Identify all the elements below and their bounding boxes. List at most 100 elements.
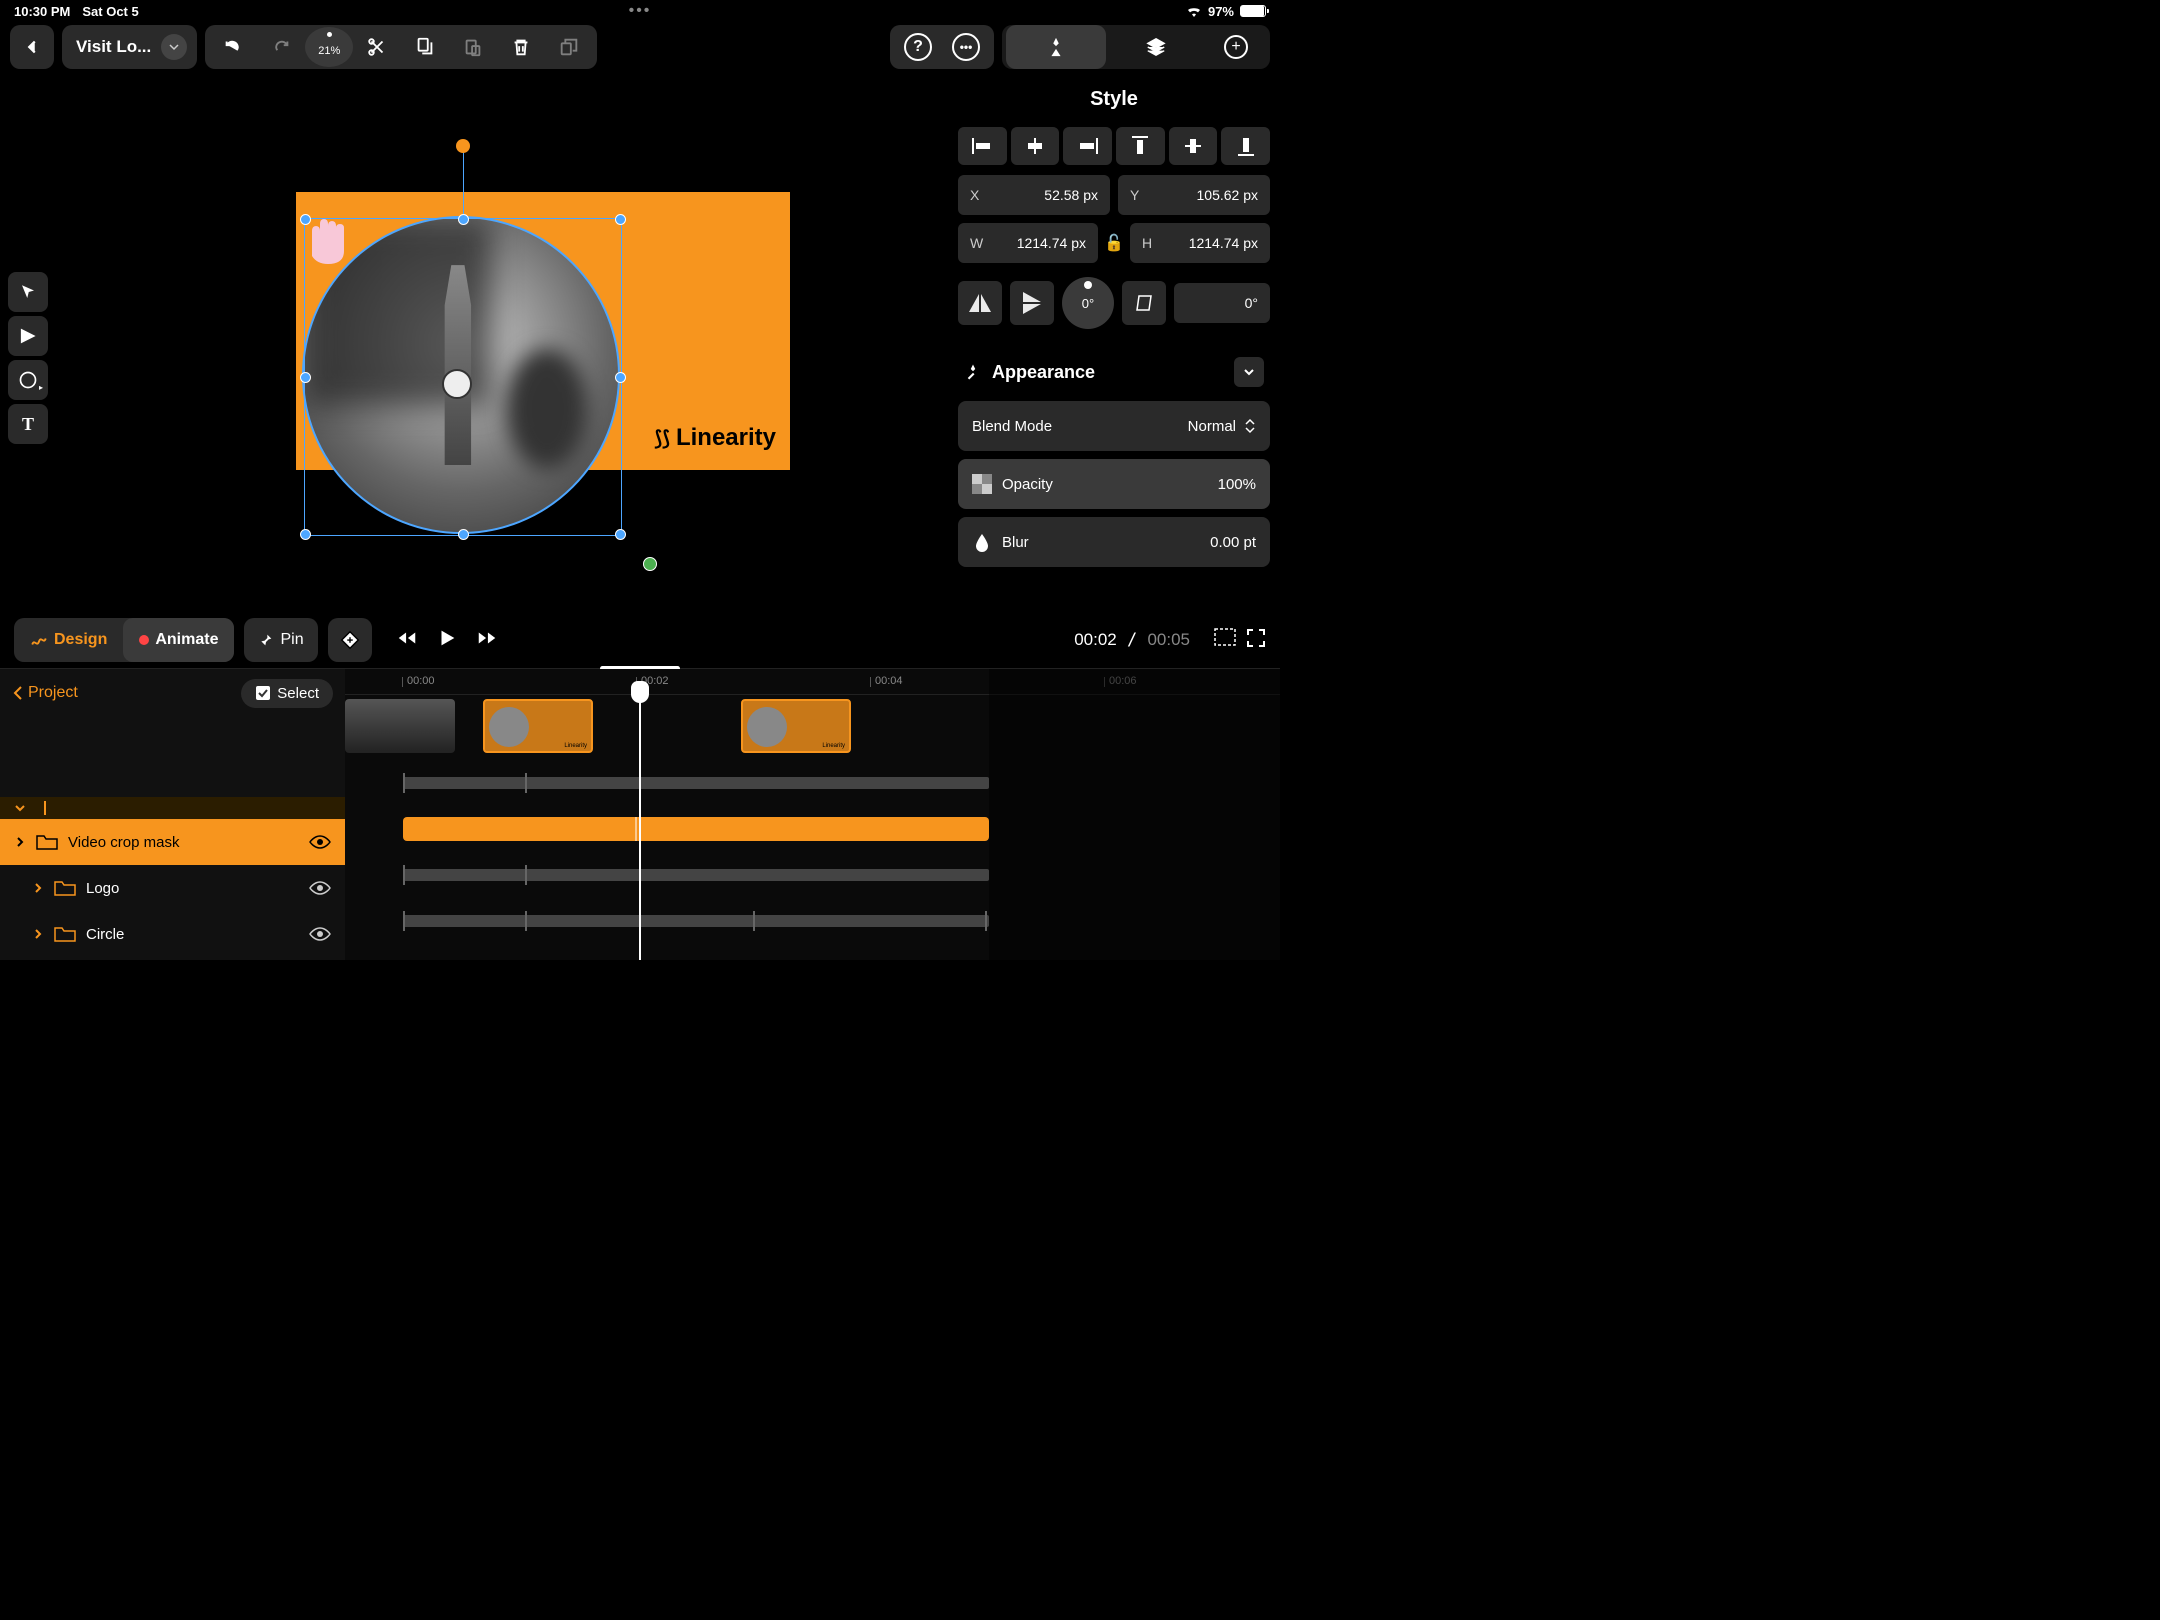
align-right-button[interactable] xyxy=(1063,127,1112,165)
rotation-control[interactable]: 0° xyxy=(1062,277,1114,329)
resize-handle-sw[interactable] xyxy=(300,529,311,540)
visibility-icon[interactable] xyxy=(309,834,331,850)
checkbox-icon xyxy=(255,685,271,701)
redo-button[interactable] xyxy=(257,25,305,69)
add-tab[interactable]: + xyxy=(1206,25,1266,69)
timeline-back-button[interactable]: Project xyxy=(12,684,78,702)
folder-icon xyxy=(36,833,58,851)
zoom-button[interactable]: 21% xyxy=(305,27,353,67)
layer-row-video-crop-mask[interactable]: Video crop mask xyxy=(0,819,345,865)
visibility-icon[interactable] xyxy=(309,926,331,942)
project-title-button[interactable]: Visit Lo... xyxy=(62,25,197,69)
layer-label: Video crop mask xyxy=(68,834,179,851)
artboard-thumb[interactable] xyxy=(345,699,455,753)
align-bottom-button[interactable] xyxy=(1221,127,1270,165)
play-button[interactable] xyxy=(436,627,458,654)
logo-icon: ⟆⟆ xyxy=(654,426,670,451)
pin-icon xyxy=(258,632,274,648)
x-field[interactable]: X52.58 px xyxy=(958,175,1110,215)
artboard: ⟆⟆ Linearity xyxy=(296,192,790,470)
top-toolbar: Visit Lo... 21% ? ••• + xyxy=(0,22,1280,72)
delete-button[interactable] xyxy=(497,25,545,69)
track-clip[interactable] xyxy=(403,915,989,927)
pin-button[interactable]: Pin xyxy=(244,618,317,662)
chevron-down-icon[interactable] xyxy=(1234,357,1264,387)
shear-field[interactable]: 0° xyxy=(1174,283,1270,323)
shape-tool[interactable]: ▸ xyxy=(8,360,48,400)
style-tab[interactable] xyxy=(1006,25,1106,69)
timeline-tracks[interactable]: 00:00 00:02 00:04 00:06 Linearity Linear… xyxy=(345,669,1280,960)
h-field[interactable]: H1214.74 px xyxy=(1130,223,1270,263)
select-button[interactable]: Select xyxy=(241,679,333,708)
text-tool[interactable]: T xyxy=(8,404,48,444)
track-clip[interactable] xyxy=(403,777,989,789)
help-button[interactable]: ? xyxy=(894,25,942,69)
back-button[interactable] xyxy=(10,25,54,69)
animate-mode-tab[interactable]: Animate xyxy=(123,618,234,662)
layer-row-stub[interactable] xyxy=(0,797,345,819)
panel-title: Style xyxy=(958,72,1270,127)
design-mode-tab[interactable]: Design xyxy=(14,618,123,662)
layer-row-circle[interactable]: Circle xyxy=(0,911,345,957)
scribble-icon xyxy=(30,631,48,649)
align-hcenter-button[interactable] xyxy=(1011,127,1060,165)
blend-mode-row[interactable]: Blend Mode Normal xyxy=(958,401,1270,451)
track-clip[interactable] xyxy=(403,817,989,841)
style-panel: Style X52.58 px Y105.62 px W1214.74 px 🔓… xyxy=(948,72,1280,612)
cut-button[interactable] xyxy=(353,25,401,69)
blur-row[interactable]: Blur 0.00 pt xyxy=(958,517,1270,567)
undo-button[interactable] xyxy=(209,25,257,69)
hand-graphic xyxy=(302,216,352,266)
flip-v-button[interactable] xyxy=(1010,281,1054,325)
artboard-thumb[interactable]: Linearity xyxy=(483,699,593,753)
resize-handle-se[interactable] xyxy=(615,529,626,540)
zoom-value: 21% xyxy=(318,45,340,57)
rotation-handle[interactable] xyxy=(456,139,470,153)
opacity-row[interactable]: Opacity 100% xyxy=(958,459,1270,509)
fullscreen-button[interactable] xyxy=(1246,628,1266,653)
paste-button[interactable] xyxy=(449,25,497,69)
origin-handle[interactable] xyxy=(643,557,657,571)
layers-list: Video crop mask Logo Circle xyxy=(0,797,345,957)
lock-aspect-button[interactable]: 🔓 xyxy=(1106,223,1122,263)
safe-area-button[interactable] xyxy=(1214,628,1236,653)
layers-tab[interactable] xyxy=(1106,25,1206,69)
chevron-left-icon xyxy=(12,685,24,701)
visibility-icon[interactable] xyxy=(309,880,331,896)
playhead[interactable] xyxy=(639,681,641,960)
shear-button[interactable] xyxy=(1122,281,1166,325)
more-button[interactable]: ••• xyxy=(942,25,990,69)
align-top-button[interactable] xyxy=(1116,127,1165,165)
chevron-right-icon[interactable] xyxy=(32,882,44,894)
playback-bar: Design Animate Pin 00:02 / 00:05 xyxy=(0,612,1280,668)
track-clip[interactable] xyxy=(403,869,989,881)
canvas[interactable]: ⟆⟆ Linearity xyxy=(54,72,948,612)
updown-icon xyxy=(1244,418,1256,434)
layer-row-logo[interactable]: Logo xyxy=(0,865,345,911)
align-vcenter-button[interactable] xyxy=(1169,127,1218,165)
appearance-header[interactable]: Appearance xyxy=(958,343,1270,401)
w-field[interactable]: W1214.74 px xyxy=(958,223,1098,263)
multitask-dots[interactable]: ••• xyxy=(629,2,652,20)
chevron-right-icon[interactable] xyxy=(32,928,44,940)
layer-label: Circle xyxy=(86,926,124,943)
align-left-button[interactable] xyxy=(958,127,1007,165)
chevron-down-icon xyxy=(14,802,26,814)
add-keyframe-button[interactable] xyxy=(328,618,372,662)
artboard-thumb[interactable]: Linearity xyxy=(741,699,851,753)
project-dropdown-icon[interactable] xyxy=(161,34,187,60)
node-tool[interactable] xyxy=(8,316,48,356)
ruler-tick: 00:04 xyxy=(875,675,903,687)
logo-text: Linearity xyxy=(676,424,776,452)
forward-button[interactable] xyxy=(476,627,498,654)
out-of-range-overlay xyxy=(989,669,1280,960)
status-time: 10:30 PM xyxy=(14,4,70,19)
copy-button[interactable] xyxy=(401,25,449,69)
chevron-right-icon[interactable] xyxy=(14,836,26,848)
duplicate-button[interactable] xyxy=(545,25,593,69)
rewind-button[interactable] xyxy=(396,627,418,654)
select-tool[interactable] xyxy=(8,272,48,312)
y-field[interactable]: Y105.62 px xyxy=(1118,175,1270,215)
timeline: Project Select Video crop mask Lo xyxy=(0,668,1280,960)
flip-h-button[interactable] xyxy=(958,281,1002,325)
